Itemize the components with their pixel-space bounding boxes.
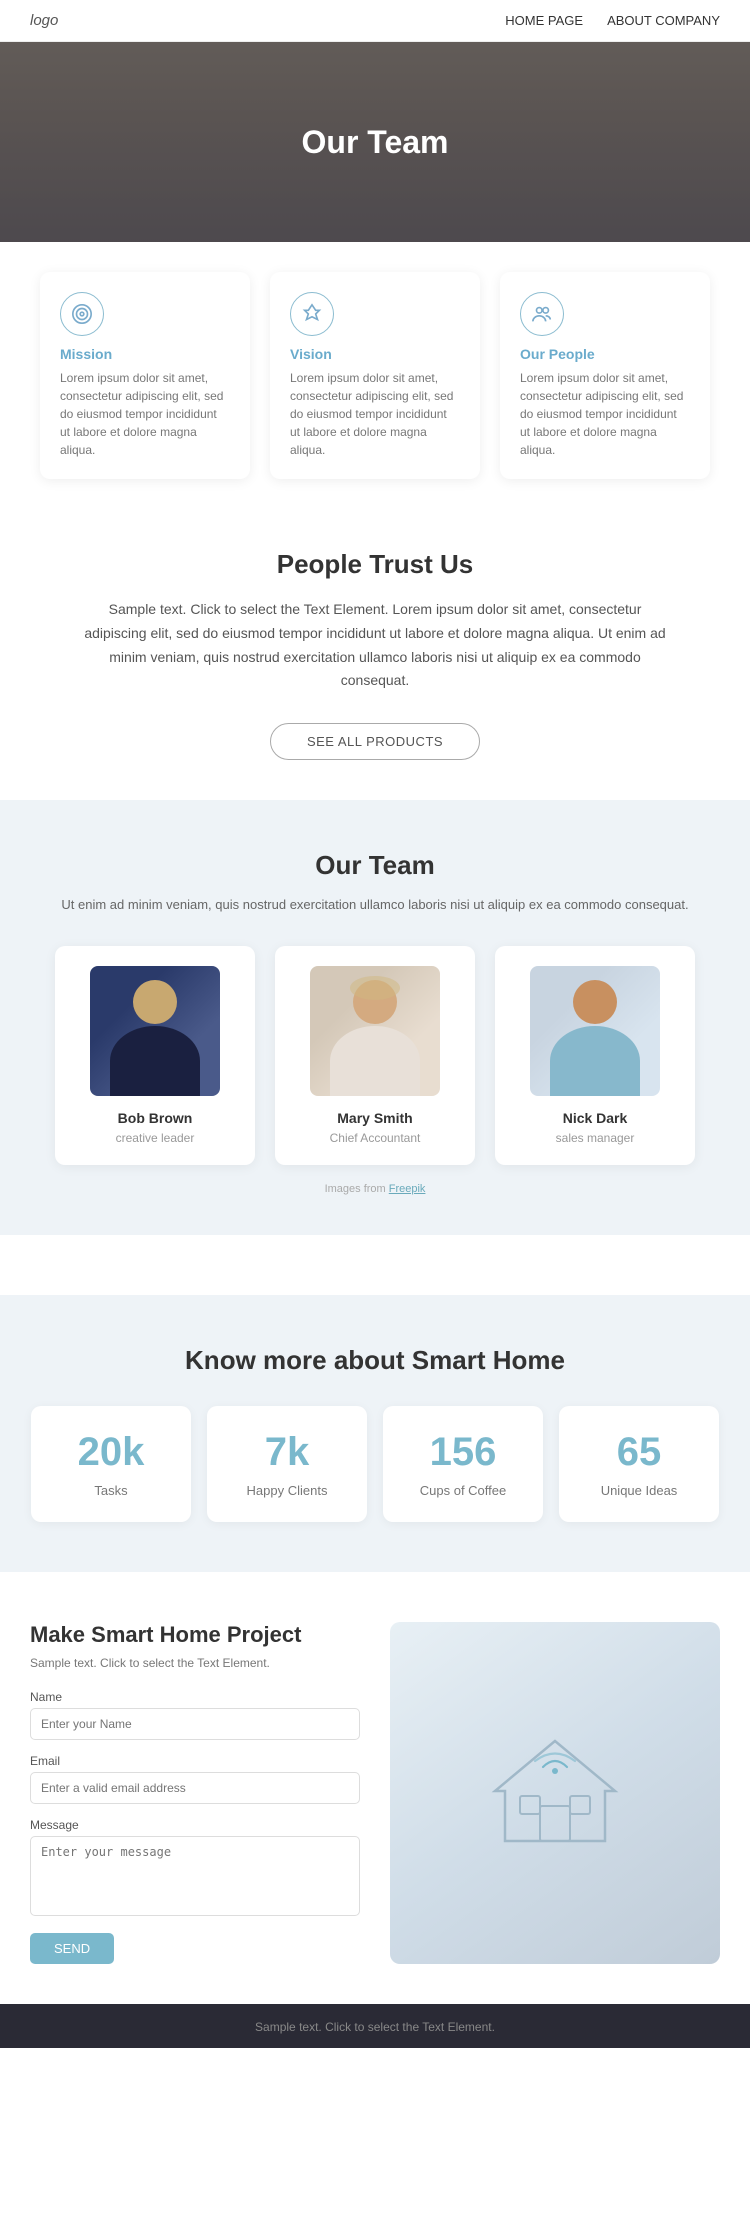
smart-home-icon [475,1711,635,1874]
bob-role: creative leader [116,1131,195,1145]
footer-text: Sample text. Click to select the Text El… [255,2020,495,2034]
feature-card-people: Our People Lorem ipsum dolor sit amet, c… [500,272,710,479]
contact-form-side: Make Smart Home Project Sample text. Cli… [30,1622,360,1964]
stat-clients-number: 7k [227,1430,347,1475]
stat-tasks: 20k Tasks [31,1406,191,1522]
name-label: Name [30,1690,360,1704]
nick-photo [530,966,660,1096]
stats-section: Know more about Smart Home 20k Tasks 7k … [0,1295,750,1572]
feature-card-vision: Vision Lorem ipsum dolor sit amet, conse… [270,272,480,479]
email-form-group: Email [30,1754,360,1804]
name-form-group: Name [30,1690,360,1740]
features-section: Mission Lorem ipsum dolor sit amet, cons… [0,242,750,499]
our-people-title: Our People [520,346,690,362]
trust-body: Sample text. Click to select the Text El… [80,598,670,693]
team-title: Our Team [30,850,720,881]
nav-home[interactable]: HOME PAGE [505,13,583,28]
team-cards: Bob Brown creative leader Mary Smith Chi… [30,946,720,1165]
send-button[interactable]: SEND [30,1933,114,1964]
mary-name: Mary Smith [295,1110,455,1126]
vision-title: Vision [290,346,460,362]
freepik-note: Images from Freepik [30,1183,720,1195]
mission-icon [60,292,104,336]
feature-card-mission: Mission Lorem ipsum dolor sit amet, cons… [40,272,250,479]
stat-ideas-label: Unique Ideas [579,1483,699,1498]
contact-section: Make Smart Home Project Sample text. Cli… [0,1572,750,2004]
contact-image [390,1622,720,1964]
stat-tasks-label: Tasks [51,1483,171,1498]
stat-coffee-number: 156 [403,1430,523,1475]
our-people-body: Lorem ipsum dolor sit amet, consectetur … [520,369,690,459]
trust-title: People Trust Us [80,549,670,580]
footer: Sample text. Click to select the Text El… [0,2004,750,2048]
hero-title: Our Team [302,124,449,161]
mary-role: Chief Accountant [330,1131,421,1145]
message-label: Message [30,1818,360,1832]
bob-name: Bob Brown [75,1110,235,1126]
contact-title: Make Smart Home Project [30,1622,360,1648]
hero-section: Our Team [0,42,750,242]
logo: logo [30,12,58,29]
stat-tasks-number: 20k [51,1430,171,1475]
email-input[interactable] [30,1772,360,1804]
see-all-button[interactable]: SEE ALL PRODUCTS [270,723,480,760]
nick-role: sales manager [556,1131,635,1145]
mary-photo [310,966,440,1096]
people-icon [520,292,564,336]
stat-ideas-number: 65 [579,1430,699,1475]
team-subtitle: Ut enim ad minim veniam, quis nostrud ex… [30,895,720,916]
nav-about[interactable]: ABOUT COMPANY [607,13,720,28]
bob-photo [90,966,220,1096]
nav-links: HOME PAGE ABOUT COMPANY [505,13,720,28]
team-card-mary: Mary Smith Chief Accountant [275,946,475,1165]
stats-title: Know more about Smart Home [30,1345,720,1376]
contact-note: Sample text. Click to select the Text El… [30,1656,360,1670]
team-card-bob: Bob Brown creative leader [55,946,255,1165]
stat-clients: 7k Happy Clients [207,1406,367,1522]
email-label: Email [30,1754,360,1768]
vision-icon [290,292,334,336]
stat-clients-label: Happy Clients [227,1483,347,1498]
vision-body: Lorem ipsum dolor sit amet, consectetur … [290,369,460,459]
name-input[interactable] [30,1708,360,1740]
freepik-link[interactable]: Freepik [389,1183,426,1195]
trust-section: People Trust Us Sample text. Click to se… [0,499,750,800]
stat-ideas: 65 Unique Ideas [559,1406,719,1522]
stats-grid: 20k Tasks 7k Happy Clients 156 Cups of C… [30,1406,720,1522]
team-section: Our Team Ut enim ad minim veniam, quis n… [0,800,750,1235]
mission-title: Mission [60,346,230,362]
message-form-group: Message [30,1818,360,1919]
message-textarea[interactable] [30,1836,360,1916]
stat-coffee: 156 Cups of Coffee [383,1406,543,1522]
mission-body: Lorem ipsum dolor sit amet, consectetur … [60,369,230,459]
navbar: logo HOME PAGE ABOUT COMPANY [0,0,750,42]
team-card-nick: Nick Dark sales manager [495,946,695,1165]
stat-coffee-label: Cups of Coffee [403,1483,523,1498]
nick-name: Nick Dark [515,1110,675,1126]
